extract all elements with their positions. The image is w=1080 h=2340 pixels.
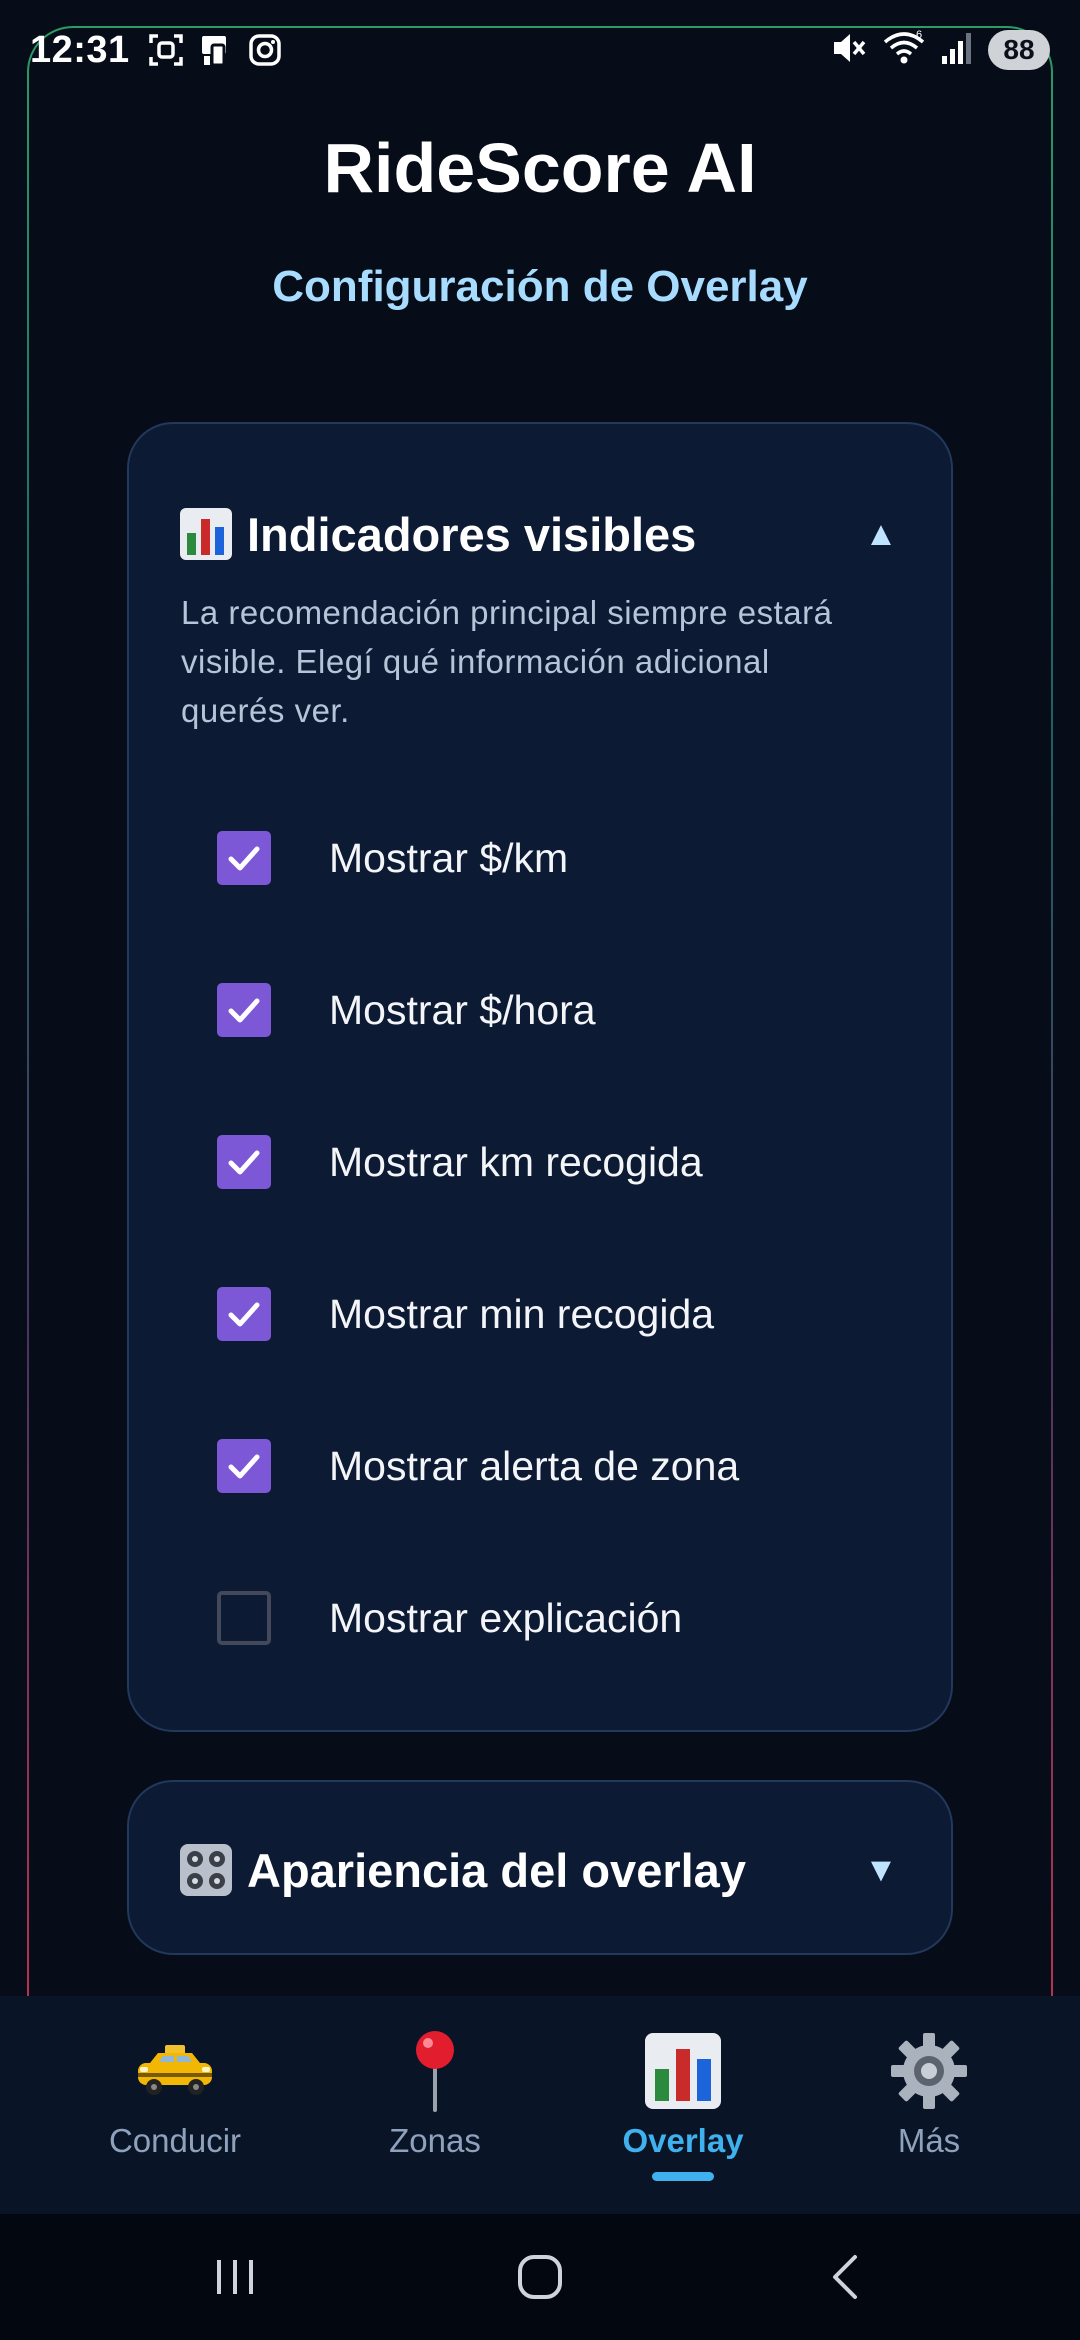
nav-label: Zonas	[389, 2122, 481, 2159]
nav-item-zonas[interactable]: Zonas	[360, 1996, 510, 2214]
chevron-up-icon[interactable]: ▲	[861, 515, 901, 554]
instagram-icon	[248, 33, 282, 67]
control-knobs-icon	[179, 1843, 233, 1897]
pushpin-icon	[410, 2026, 460, 2116]
option-show-explanation[interactable]: Mostrar explicación	[217, 1542, 917, 1694]
checkbox-checked[interactable]	[217, 1135, 271, 1189]
indicator-options: Mostrar $/km Mostrar $/hora Mostrar km r…	[217, 782, 917, 1694]
page-subtitle: Configuración de Overlay	[272, 262, 808, 311]
bar-chart-icon	[179, 507, 233, 561]
svg-text:6: 6	[916, 29, 922, 41]
taxi-icon	[132, 2026, 218, 2116]
option-show-per-hour[interactable]: Mostrar $/hora	[217, 934, 917, 1086]
status-bar: 12:31 6 88	[0, 0, 1080, 100]
nav-label: Conducir	[108, 2122, 242, 2159]
status-time: 12:31	[30, 28, 130, 71]
nav-item-conducir[interactable]: Conducir	[100, 1996, 250, 2214]
chevron-down-icon[interactable]: ▼	[861, 1851, 901, 1890]
app-screen: 12:31 6 88 RideScore AI Configuración de…	[0, 0, 1080, 2340]
phone-device-icon	[198, 33, 234, 67]
battery-indicator: 88	[988, 30, 1050, 70]
option-show-pickup-min[interactable]: Mostrar min recogida	[217, 1238, 917, 1390]
checkbox-checked[interactable]	[217, 983, 271, 1037]
option-show-zone-alert[interactable]: Mostrar alerta de zona	[217, 1390, 917, 1542]
nav-item-mas[interactable]: Más	[854, 1996, 1004, 2214]
option-show-per-km[interactable]: Mostrar $/km	[217, 782, 917, 934]
indicators-card: Indicadores visibles ▲ La recomendación …	[127, 422, 953, 1732]
nav-label: Overlay	[622, 2122, 744, 2159]
option-show-pickup-km[interactable]: Mostrar km recogida	[217, 1086, 917, 1238]
app-title: RideScore AI	[323, 129, 757, 207]
mute-icon	[830, 29, 868, 72]
status-left-icons	[148, 33, 282, 67]
home-button[interactable]	[500, 2214, 580, 2340]
nav-label: Más	[897, 2122, 961, 2159]
checkbox-checked[interactable]	[217, 1439, 271, 1493]
system-navigation-bar	[0, 2214, 1080, 2340]
appearance-card-title: Apariencia del overlay	[247, 1843, 746, 1897]
screenshot-icon	[148, 33, 184, 67]
indicators-card-header[interactable]: Indicadores visibles ▲	[179, 484, 901, 584]
checkbox-unchecked[interactable]	[217, 1591, 271, 1645]
bottom-navigation: Conducir Zonas Overlay Más	[0, 1996, 1080, 2214]
signal-icon	[940, 30, 974, 71]
checkbox-checked[interactable]	[217, 831, 271, 885]
gear-icon	[889, 2026, 969, 2116]
bar-chart-icon	[643, 2026, 723, 2116]
option-label: Mostrar $/hora	[329, 986, 596, 1033]
option-label: Mostrar km recogida	[329, 1138, 703, 1185]
option-label: Mostrar explicación	[329, 1594, 683, 1641]
nav-item-overlay[interactable]: Overlay	[608, 1996, 758, 2214]
active-tab-indicator	[652, 2172, 714, 2181]
back-button[interactable]	[810, 2214, 880, 2340]
indicators-card-title: Indicadores visibles	[247, 507, 697, 561]
status-right-icons: 6 88	[830, 28, 1050, 73]
recent-apps-button[interactable]	[200, 2214, 270, 2340]
option-label: Mostrar $/km	[329, 834, 569, 881]
checkbox-checked[interactable]	[217, 1287, 271, 1341]
appearance-card[interactable]: Apariencia del overlay ▼	[127, 1780, 953, 1955]
option-label: Mostrar min recogida	[329, 1290, 715, 1337]
wifi-icon: 6	[882, 28, 926, 73]
indicators-description: La recomendación principal siempre estar…	[181, 594, 833, 729]
option-label: Mostrar alerta de zona	[329, 1442, 740, 1489]
appearance-card-header[interactable]: Apariencia del overlay ▼	[179, 1820, 901, 1920]
